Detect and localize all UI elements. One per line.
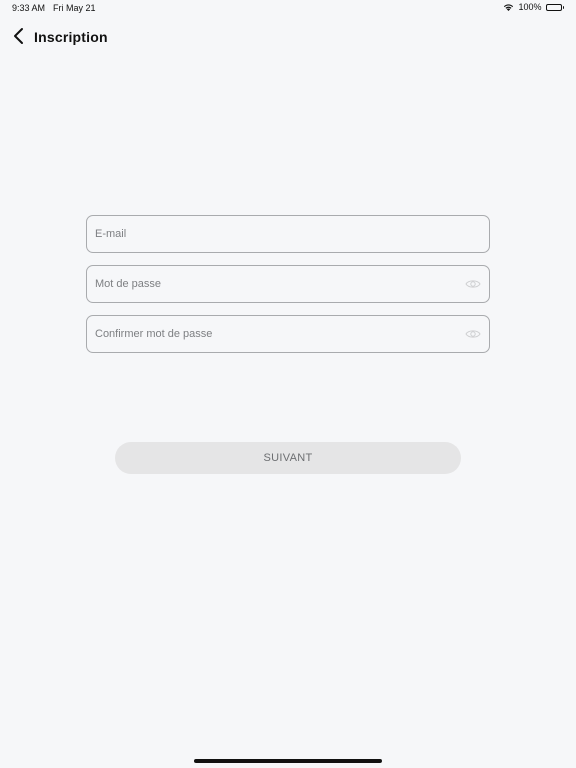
page-title: Inscription — [34, 29, 108, 45]
battery-icon — [545, 3, 564, 11]
status-date: Fri May 21 — [53, 3, 96, 13]
navigation-header: Inscription — [0, 26, 576, 50]
signup-screen: 9:33 AM Fri May 21 100% Inscription E-ma… — [0, 0, 576, 768]
status-time: 9:33 AM — [12, 3, 46, 13]
password-field-container — [86, 265, 490, 303]
chevron-left-icon — [12, 27, 24, 50]
confirm-password-field-container — [86, 315, 490, 353]
confirm-password-input[interactable] — [87, 316, 489, 352]
eye-icon[interactable] — [465, 328, 481, 340]
back-button[interactable] — [8, 27, 28, 49]
battery-percentage: 100% — [518, 2, 542, 12]
status-bar: 9:33 AM Fri May 21 100% — [0, 0, 576, 16]
signup-form — [86, 215, 490, 365]
home-indicator[interactable] — [194, 759, 382, 763]
eye-icon[interactable] — [465, 278, 481, 290]
email-field-container — [86, 215, 490, 253]
email-input[interactable] — [87, 216, 489, 252]
next-button[interactable]: SUIVANT — [115, 442, 461, 474]
wifi-icon — [503, 3, 514, 11]
password-input[interactable] — [87, 266, 489, 302]
status-indicators: 100% — [503, 2, 564, 12]
